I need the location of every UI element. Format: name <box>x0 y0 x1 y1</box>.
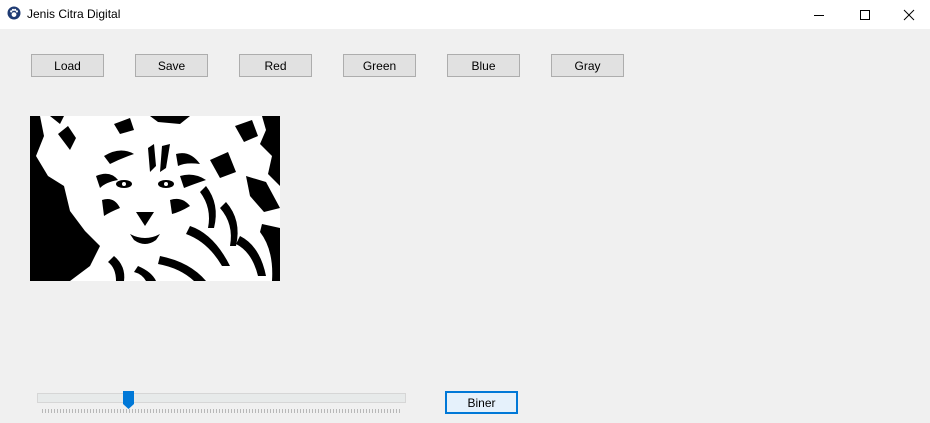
maximize-icon <box>860 9 870 20</box>
window-title: Jenis Citra Digital <box>27 7 121 21</box>
minimize-icon <box>814 14 824 16</box>
slider-ticks <box>42 409 402 413</box>
paw-icon <box>7 6 21 20</box>
save-button[interactable]: Save <box>135 54 208 77</box>
red-button[interactable]: Red <box>239 54 312 77</box>
title-bar[interactable]: Jenis Citra Digital <box>0 0 930 29</box>
close-icon <box>903 9 915 20</box>
load-button[interactable]: Load <box>31 54 104 77</box>
biner-button[interactable]: Biner <box>445 391 518 414</box>
green-button[interactable]: Green <box>343 54 416 77</box>
threshold-slider[interactable] <box>36 389 408 415</box>
minimize-button[interactable] <box>796 0 842 29</box>
maximize-button[interactable] <box>842 0 888 29</box>
gray-button[interactable]: Gray <box>551 54 624 77</box>
image-preview <box>30 116 280 281</box>
blue-button[interactable]: Blue <box>447 54 520 77</box>
slider-track <box>37 393 406 403</box>
binary-image <box>30 116 280 281</box>
close-button[interactable] <box>886 0 930 29</box>
slider-thumb[interactable] <box>122 391 134 409</box>
